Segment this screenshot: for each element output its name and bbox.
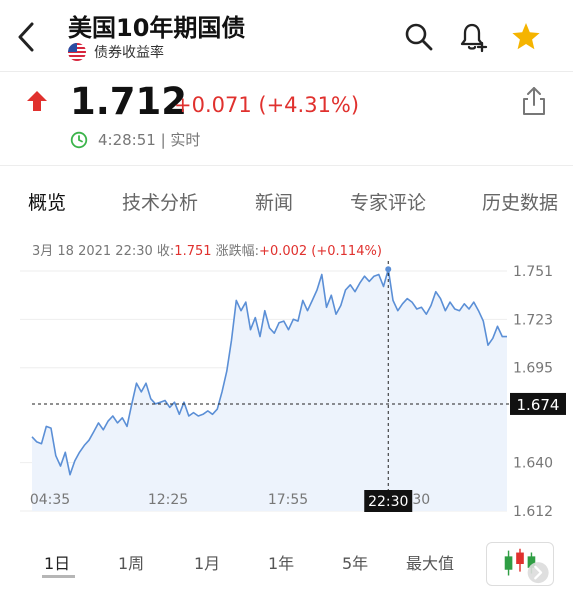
clock-icon [70, 131, 88, 148]
crosshair-point [385, 266, 392, 273]
tab-expert-commentary[interactable]: 专家评论 [350, 188, 426, 215]
x-tick-label: 12:25 [148, 492, 188, 508]
y-tick-label: 1.723 [513, 312, 553, 328]
star-icon[interactable] [510, 20, 542, 54]
section-tabs: 概览 技术分析 新闻 专家评论 历史数据 [0, 165, 573, 235]
range-1w[interactable]: 1周 [118, 550, 144, 574]
range-1d[interactable]: 1日 [44, 550, 70, 574]
tab-historical-data[interactable]: 历史数据 [482, 188, 558, 215]
top-bar: 美国10年期国债 债券收益率 [0, 0, 573, 72]
range-active-underline [42, 575, 75, 578]
share-icon[interactable] [519, 85, 549, 117]
candlestick-toggle-icon[interactable] [486, 542, 554, 586]
range-selector: 1日 1周 1月 1年 5年 最大值 [0, 537, 573, 597]
quote-time: 4:28:51 | 实时 [98, 131, 201, 149]
range-1m[interactable]: 1月 [194, 550, 220, 574]
price-change: +0.071 (+4.31%) [174, 93, 360, 117]
x-tick-label: 04:35 [30, 492, 70, 508]
y-tick-label: 1.612 [513, 504, 553, 520]
crosshair-time-label: 22:30 [368, 494, 408, 510]
search-icon[interactable] [403, 20, 435, 54]
y-tick-label: 1.751 [513, 264, 553, 280]
x-tick-label: 17:55 [268, 492, 308, 508]
range-5y[interactable]: 5年 [342, 550, 368, 574]
back-arrow-icon[interactable] [12, 20, 42, 54]
quote-panel: 1.712 +0.071 (+4.31%) 4:28:51 | 实时 [0, 73, 573, 164]
subtitle-row: 债券收益率 [68, 42, 164, 62]
y-tick-label: 1.695 [513, 361, 553, 377]
price-value: 1.712 [70, 80, 188, 123]
y-tick-label: 1.640 [513, 456, 553, 472]
us-flag-icon [68, 43, 86, 61]
area-fill [32, 269, 507, 511]
time-row: 4:28:51 | 实时 [70, 129, 200, 150]
tab-news[interactable]: 新闻 [255, 188, 293, 215]
tab-overview[interactable]: 概览 [28, 188, 66, 215]
up-arrow-icon [27, 91, 47, 111]
range-1y[interactable]: 1年 [268, 550, 294, 574]
subtitle: 债券收益率 [94, 45, 164, 61]
yield-chart[interactable]: 1.751 1.723 1.695 1.640 1.612 1.674 04:35 12:25… [0, 236, 573, 536]
page-title: 美国10年期国债 [68, 14, 246, 42]
range-max[interactable]: 最大值 [406, 550, 454, 574]
add-alert-bell-icon[interactable] [456, 20, 488, 54]
current-value-label: 1.674 [517, 396, 560, 414]
tab-technical-analysis[interactable]: 技术分析 [122, 188, 198, 215]
